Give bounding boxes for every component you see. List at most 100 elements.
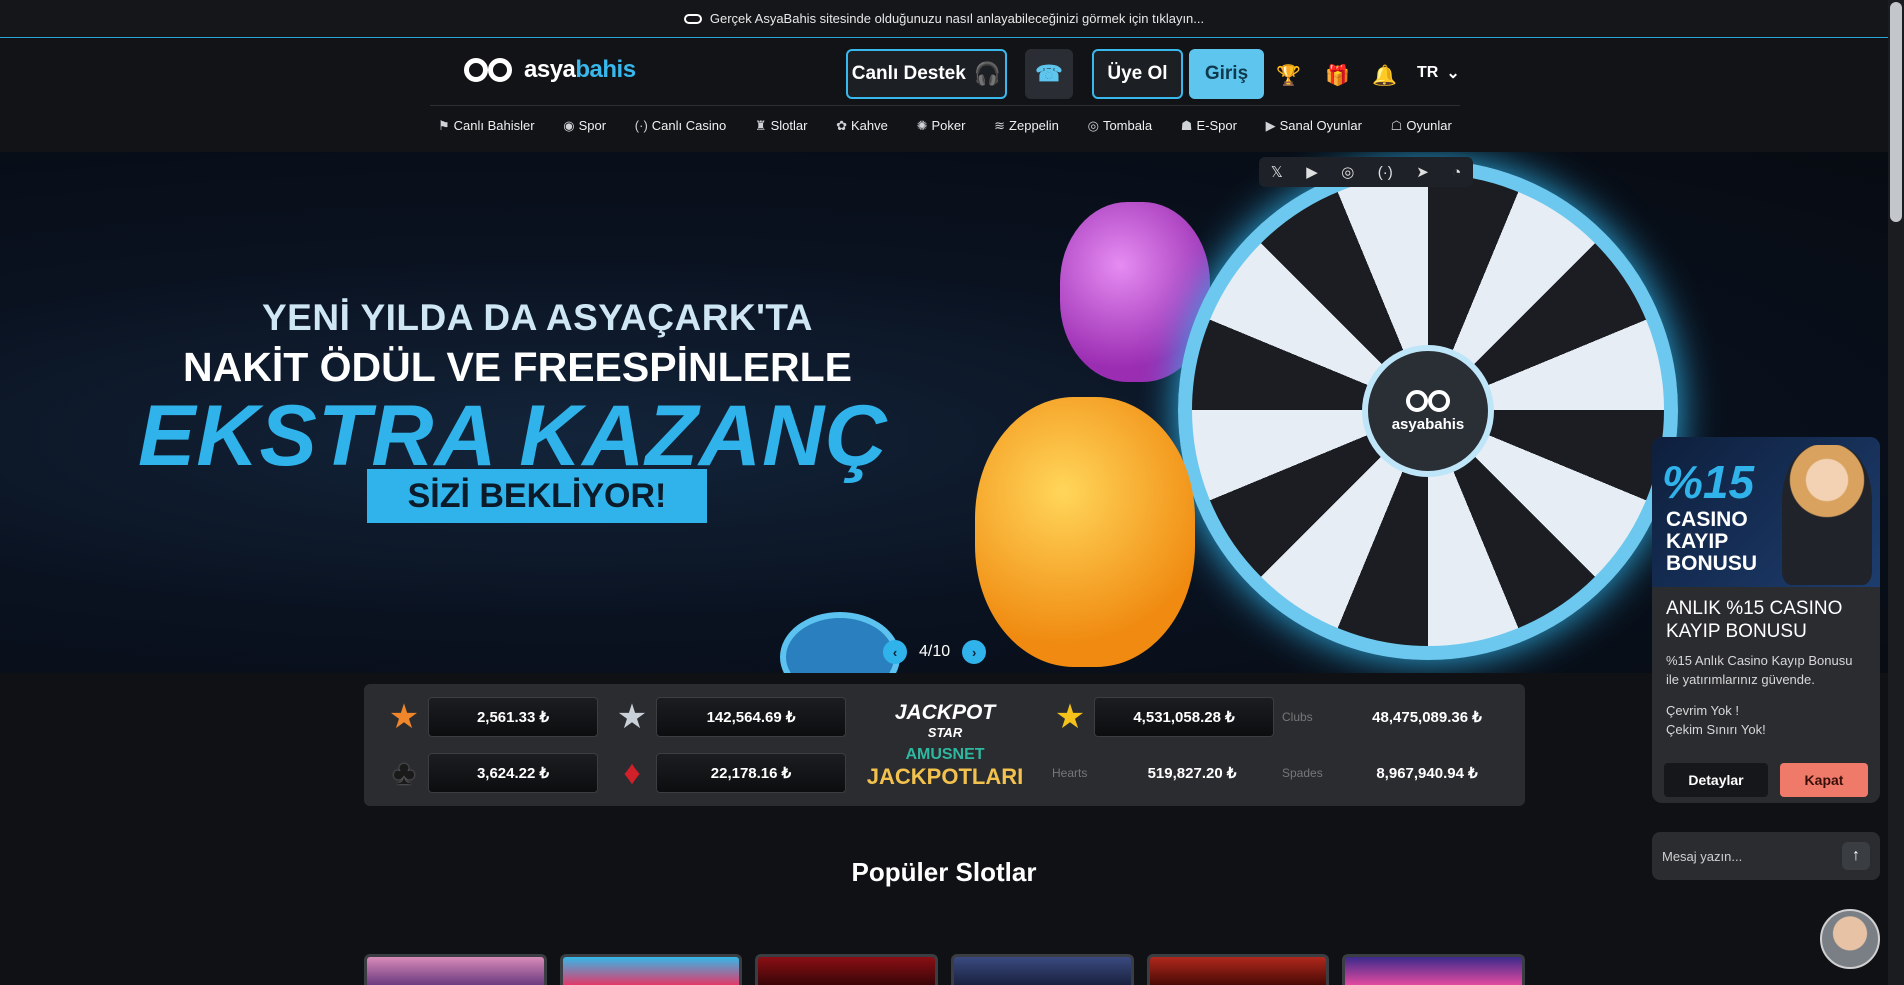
live-bets-icon: ⚑ <box>438 117 450 133</box>
chevron-down-icon: ⌄ <box>1446 65 1460 82</box>
bell-icon[interactable]: 🔔 <box>1372 63 1397 88</box>
next-slide-button[interactable]: › <box>962 640 987 664</box>
nav-item-slotlar[interactable]: ♜ Slotlar <box>755 118 808 134</box>
coffee-icon: ✿ <box>836 117 848 133</box>
jackpot-value: 3,624.22 ₺ <box>428 753 598 793</box>
broken-image-icon: Spades <box>1282 766 1323 780</box>
phone-chat-icon: ☎ <box>1035 61 1063 86</box>
slot-card[interactable] <box>1342 954 1526 985</box>
nav-item-poker[interactable]: ✺ Poker <box>917 118 966 134</box>
instagram-icon[interactable]: ◎ <box>1341 163 1354 181</box>
jackpot-logo-line2: STAR <box>927 724 963 740</box>
popular-slots-title: Popüler Slotlar <box>851 857 1037 887</box>
bonus-popup-description: %15 Anlık Casino Kayıp Bonusu ile yatırı… <box>1666 653 1853 687</box>
jackpot-logo: JACKPOT STAR AMUSNET JACKPOTLARI <box>860 690 1030 800</box>
model-image <box>1782 445 1872 585</box>
clubs-icon: ♣ <box>392 753 416 792</box>
broken-image-icon: Hearts <box>1052 766 1088 780</box>
bonus-popup-title: ANLIK %15 CASINO KAYIP BONUSU <box>1666 598 1843 642</box>
bonus-popup-actions: Detaylar Kapat <box>1664 763 1868 797</box>
poker-chip-icon: ✺ <box>916 117 928 133</box>
telegram-icon[interactable]: ➤ <box>1416 163 1429 181</box>
jackpot-top-right: Clubs 48,475,089.36 ₺ <box>1282 695 1512 739</box>
send-arrow-icon[interactable]: ↑ <box>1842 842 1870 870</box>
slot-card[interactable] <box>755 954 939 985</box>
jackpot-clubs: ♣ 3,624.22 ₺ <box>386 751 598 795</box>
details-button[interactable]: Detaylar <box>1664 763 1768 797</box>
silver-star-icon: ★ <box>616 698 648 736</box>
trophy-icon[interactable]: 🏆 <box>1276 63 1301 88</box>
jackpot-value: 22,178.16 ₺ <box>656 753 846 793</box>
nav-item-kahve[interactable]: ✿ Kahve <box>836 118 888 134</box>
live-support-label: Canlı Destek <box>851 63 966 84</box>
live-support-button[interactable]: Canlı Destek 🎧 <box>846 49 1007 99</box>
nav-item-e-spor[interactable]: ☗ E-Spor <box>1181 118 1237 134</box>
logo-mark-icon <box>464 55 520 85</box>
prev-slide-button[interactable]: ‹ <box>883 640 907 664</box>
close-popup-button[interactable]: Kapat <box>1780 763 1868 797</box>
live-casino-icon: (·) <box>634 118 648 133</box>
main-nav: ⚑ Canlı Bahisler ◉ Spor (·) Canlı Casino ♜ S… <box>430 105 1460 145</box>
jackpot-logo-line3: AMUSNET <box>905 745 985 763</box>
jackpot-spades: Spades 8,967,940.94 ₺ <box>1282 751 1512 795</box>
jackpot-gold-star: ★ 4,531,058.28 ₺ <box>1052 695 1274 739</box>
jackpot-value: 142,564.69 ₺ <box>656 697 846 737</box>
language-selector[interactable]: TR ⌄ <box>1417 63 1460 83</box>
slide-counter: 4/10 <box>919 643 951 660</box>
jackpot-panel: ★ 2,561.33 ₺ ★ 142,564.69 ₺ JACKPOT STAR… <box>364 684 1525 806</box>
jackpot-silver-star: ★ 142,564.69 ₺ <box>614 695 846 739</box>
speedometer-icon[interactable]: ◔ <box>1452 164 1461 181</box>
chat-message-input[interactable] <box>1662 848 1842 864</box>
scrollbar-thumb[interactable] <box>1890 2 1902 222</box>
nav-item-spor[interactable]: ◉ Spor <box>563 118 606 134</box>
slot-machine-icon: ♜ <box>754 117 767 133</box>
gold-star-icon: ★ <box>1054 698 1086 736</box>
x-icon[interactable]: 𝕏 <box>1271 163 1283 181</box>
hub-logo-icon <box>1406 389 1450 412</box>
nav-item-oyunlar[interactable]: ☖ Oyunlar <box>1391 118 1452 134</box>
call-support-button[interactable]: ☎ <box>1025 49 1073 99</box>
wheel-hub: asyabahis <box>1362 345 1494 477</box>
jackpot-logo-line4: JACKPOTLARI <box>866 763 1024 789</box>
nav-item-zeppelin[interactable]: ≋ Zeppelin <box>994 118 1059 134</box>
bonus-popup: %15 CASINO KAYIP BONUSU ANLIK %15 CASINO… <box>1652 437 1880 803</box>
nav-item-sanal-oyunlar[interactable]: ▶ Sanal Oyunlar <box>1266 118 1362 134</box>
promo-banner[interactable]: YENİ YILDA DA ASYAÇARK'TA NAKİT ÖDÜL VE … <box>0 152 1888 673</box>
site-header: asyabahis Canlı Destek 🎧 ☎ Üye Ol Giriş … <box>0 39 1888 152</box>
nav-item-canli-bahisler[interactable]: ⚑ Canlı Bahisler <box>438 118 535 134</box>
broadcast-icon[interactable]: (·) <box>1378 164 1393 181</box>
bonus-percent: %15 <box>1662 456 1755 508</box>
gamepad-icon: ☗ <box>1180 117 1193 133</box>
banner-headline-1: YENİ YILDA DA ASYAÇARK'TA <box>262 297 814 338</box>
zeppelin-icon: ≋ <box>994 117 1006 133</box>
logo-text: asyabahis <box>524 56 636 83</box>
youtube-icon[interactable]: ▶ <box>1306 163 1318 181</box>
register-button[interactable]: Üye Ol <box>1092 49 1183 99</box>
social-links: 𝕏 ▶ ◎ (·) ➤ ◔ <box>1259 157 1473 187</box>
diamonds-icon: ♦ <box>623 753 641 792</box>
gift-icon[interactable]: 🎁 <box>1325 63 1350 88</box>
play-icon: ▶ <box>1265 117 1276 133</box>
slot-card[interactable] <box>364 954 547 985</box>
slot-card[interactable] <box>559 954 743 985</box>
site-logo[interactable]: asyabahis <box>464 55 636 85</box>
support-agent-avatar[interactable] <box>1820 909 1880 969</box>
bonus-popup-notes: Çevrim Yok ! Çekim Sınırı Yok! <box>1666 703 1766 737</box>
slots-row <box>364 954 1526 985</box>
slot-card[interactable] <box>1146 954 1330 985</box>
bronze-star-icon: ★ <box>388 698 420 736</box>
nav-item-tombala[interactable]: ◎ Tombala <box>1088 118 1152 134</box>
nav-item-canli-casino[interactable]: (·) Canlı Casino <box>635 118 726 133</box>
language-label: TR <box>1417 64 1439 81</box>
bonus-image-text: CASINO KAYIP BONUSU <box>1666 508 1758 575</box>
slot-card[interactable] <box>951 954 1134 985</box>
chat-box: ↑ <box>1652 832 1880 880</box>
verification-banner[interactable]: Gerçek AsyaBahis sitesinde olduğunuzu na… <box>0 0 1888 38</box>
login-button[interactable]: Giriş <box>1189 49 1264 99</box>
jackpot-bronze-star: ★ 2,561.33 ₺ <box>386 695 598 739</box>
games-icon: ☖ <box>1390 117 1403 133</box>
asyabahis-mini-logo-icon <box>683 13 702 24</box>
slider-controls: ‹ 4/10 › <box>883 640 987 664</box>
jackpot-diamonds: ♦ 22,178.16 ₺ <box>614 751 846 795</box>
jackpot-logo-line1: JACKPOT <box>894 700 996 724</box>
